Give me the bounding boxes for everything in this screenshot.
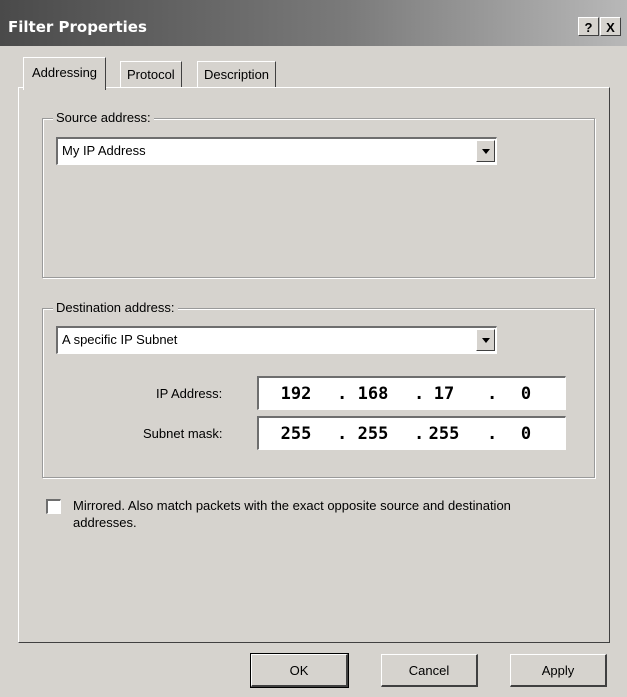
ip-dot-3: . <box>487 384 498 404</box>
mask-octet-2[interactable]: 255 <box>350 424 396 444</box>
mask-octet-3[interactable]: 255 <box>421 424 467 444</box>
ip-octet-2[interactable]: 168 <box>350 384 396 404</box>
cancel-button[interactable]: Cancel <box>381 654 478 687</box>
tab-description[interactable]: Description <box>197 61 277 88</box>
mask-octet-4[interactable]: 0 <box>503 424 549 444</box>
mirrored-checkbox[interactable] <box>46 499 61 514</box>
mask-octet-1[interactable]: 255 <box>273 424 319 444</box>
ip-octet-3[interactable]: 17 <box>421 384 467 404</box>
mask-dot-3: . <box>487 424 498 444</box>
title-bar: Filter Properties ? X <box>0 0 627 46</box>
help-button[interactable]: ? <box>578 17 599 36</box>
mask-dot-1: . <box>337 424 348 444</box>
ok-button[interactable]: OK <box>250 653 349 688</box>
window-title: Filter Properties <box>8 18 147 36</box>
tab-protocol[interactable]: Protocol <box>120 61 182 88</box>
source-address-value: My IP Address <box>62 143 146 158</box>
ip-octet-1[interactable]: 192 <box>273 384 319 404</box>
source-address-select[interactable]: My IP Address <box>56 137 497 165</box>
close-button[interactable]: X <box>600 17 621 36</box>
ip-address-label: IP Address: <box>156 386 223 401</box>
ip-octet-4[interactable]: 0 <box>503 384 549 404</box>
ip-address-field[interactable]: 192 . 168 . 17 . 0 <box>257 376 566 410</box>
destination-address-select[interactable]: A specific IP Subnet <box>56 326 497 354</box>
destination-dropdown-arrow-icon[interactable] <box>476 329 495 351</box>
source-dropdown-arrow-icon[interactable] <box>476 140 495 162</box>
apply-button[interactable]: Apply <box>510 654 607 687</box>
destination-address-value: A specific IP Subnet <box>62 332 178 347</box>
tab-addressing[interactable]: Addressing <box>23 57 107 90</box>
ip-dot-1: . <box>337 384 348 404</box>
mirrored-label[interactable]: Mirrored. Also match packets with the ex… <box>73 497 573 531</box>
destination-address-legend: Destination address: <box>53 300 178 315</box>
subnet-mask-label: Subnet mask: <box>143 426 223 441</box>
subnet-mask-field[interactable]: 255 . 255 . 255 . 0 <box>257 416 566 450</box>
source-address-legend: Source address: <box>53 110 154 125</box>
